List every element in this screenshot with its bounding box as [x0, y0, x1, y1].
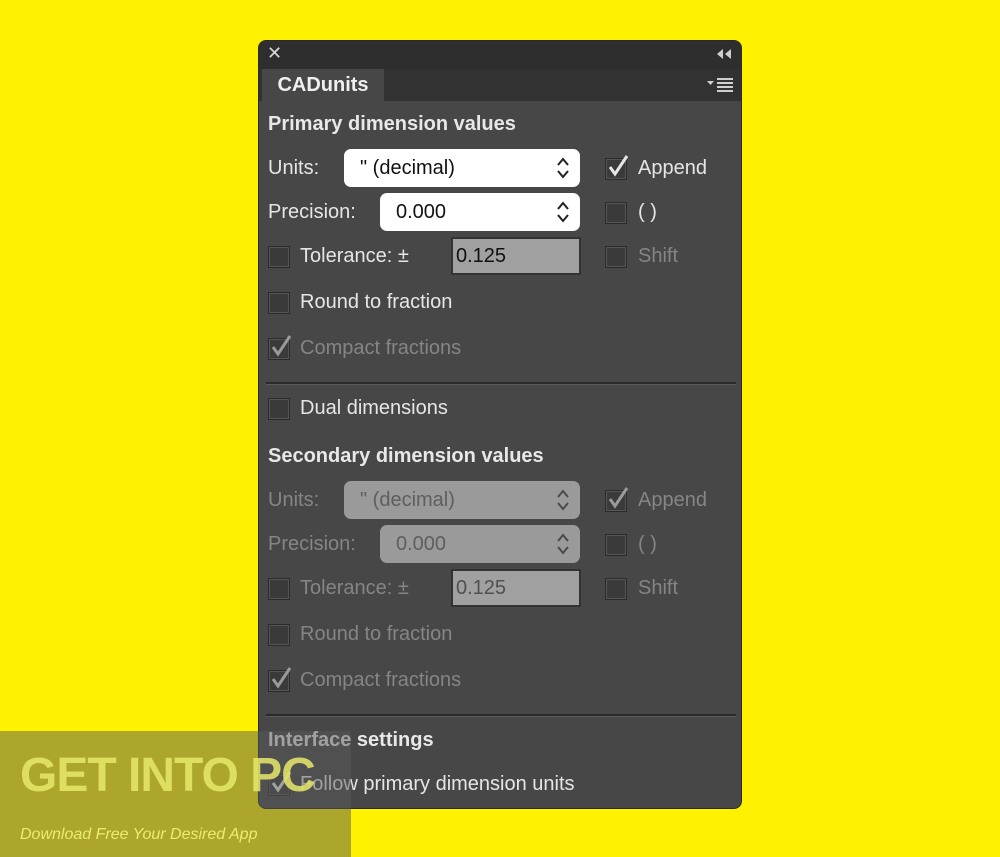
primary-precision-label: Precision:	[268, 201, 356, 223]
primary-precision-value: 0.000	[396, 201, 447, 223]
primary-tolerance-field[interactable]: 0.125	[451, 237, 581, 275]
primary-heading: Primary dimension values	[268, 113, 516, 135]
primary-units-select[interactable]: " (decimal)	[344, 149, 580, 187]
secondary-shift-label: Shift	[638, 577, 679, 599]
panel-menu-icon[interactable]	[707, 75, 735, 95]
cadunits-panel: ✕ CADunits Primary dimension values Unit…	[258, 40, 742, 809]
secondary-parens-checkbox[interactable]	[605, 534, 627, 556]
primary-round-label: Round to fraction	[300, 291, 453, 313]
secondary-tolerance-checkbox[interactable]	[268, 578, 290, 600]
secondary-units-label: Units:	[268, 489, 320, 511]
checkmark-icon	[271, 335, 292, 357]
stepper-arrows-icon	[557, 201, 569, 223]
stepper-arrows-icon	[557, 533, 569, 555]
secondary-append-label: Append	[638, 489, 707, 511]
secondary-precision-value: 0.000	[396, 533, 447, 555]
primary-tolerance-checkbox[interactable]	[268, 246, 290, 268]
secondary-heading: Secondary dimension values	[268, 445, 544, 467]
secondary-compact-label: Compact fractions	[300, 669, 462, 691]
double-chevron-left-icon[interactable]	[715, 48, 733, 60]
dual-dimensions-checkbox[interactable]	[268, 398, 290, 420]
primary-tolerance-label: Tolerance: ±	[300, 245, 409, 267]
secondary-append-checkbox[interactable]	[605, 487, 629, 512]
primary-shift-checkbox[interactable]	[605, 246, 627, 268]
primary-append-checkbox[interactable]	[605, 155, 629, 180]
primary-parens-label: ( )	[638, 201, 657, 223]
watermark-subtitle: Download Free Your Desired App	[20, 826, 258, 843]
secondary-tolerance-field[interactable]: 0.125	[451, 569, 581, 607]
primary-compact-label: Compact fractions	[300, 337, 462, 359]
checkmark-icon	[608, 487, 629, 509]
tab-bar: CADunits	[259, 69, 741, 101]
checkmark-icon	[271, 667, 292, 689]
tab-cadunits[interactable]: CADunits	[262, 69, 384, 101]
primary-round-checkbox[interactable]	[268, 292, 290, 314]
secondary-precision-label: Precision:	[268, 533, 356, 555]
secondary-compact-checkbox[interactable]	[268, 667, 292, 692]
primary-parens-checkbox[interactable]	[605, 202, 627, 224]
close-icon[interactable]: ✕	[267, 43, 282, 64]
primary-units-label: Units:	[268, 157, 320, 179]
primary-precision-select[interactable]: 0.000	[380, 193, 580, 231]
stepper-arrows-icon	[557, 489, 569, 511]
dual-dimensions-label: Dual dimensions	[300, 397, 448, 419]
watermark-title: GET INTO PC	[20, 749, 316, 802]
primary-units-value: " (decimal)	[360, 157, 455, 179]
primary-append-label: Append	[638, 157, 707, 179]
secondary-round-label: Round to fraction	[300, 623, 453, 645]
checkmark-icon	[608, 155, 629, 177]
divider	[266, 714, 736, 717]
primary-shift-label: Shift	[638, 245, 679, 267]
primary-compact-checkbox[interactable]	[268, 335, 292, 360]
divider	[266, 382, 736, 385]
stepper-arrows-icon	[557, 157, 569, 179]
secondary-round-checkbox[interactable]	[268, 624, 290, 646]
panel-titlebar: ✕	[259, 41, 741, 69]
secondary-precision-select[interactable]: 0.000	[380, 525, 580, 563]
secondary-parens-label: ( )	[638, 533, 657, 555]
secondary-units-value: " (decimal)	[360, 489, 455, 511]
secondary-units-select[interactable]: " (decimal)	[344, 481, 580, 519]
secondary-tolerance-label: Tolerance: ±	[300, 577, 409, 599]
secondary-shift-checkbox[interactable]	[605, 578, 627, 600]
